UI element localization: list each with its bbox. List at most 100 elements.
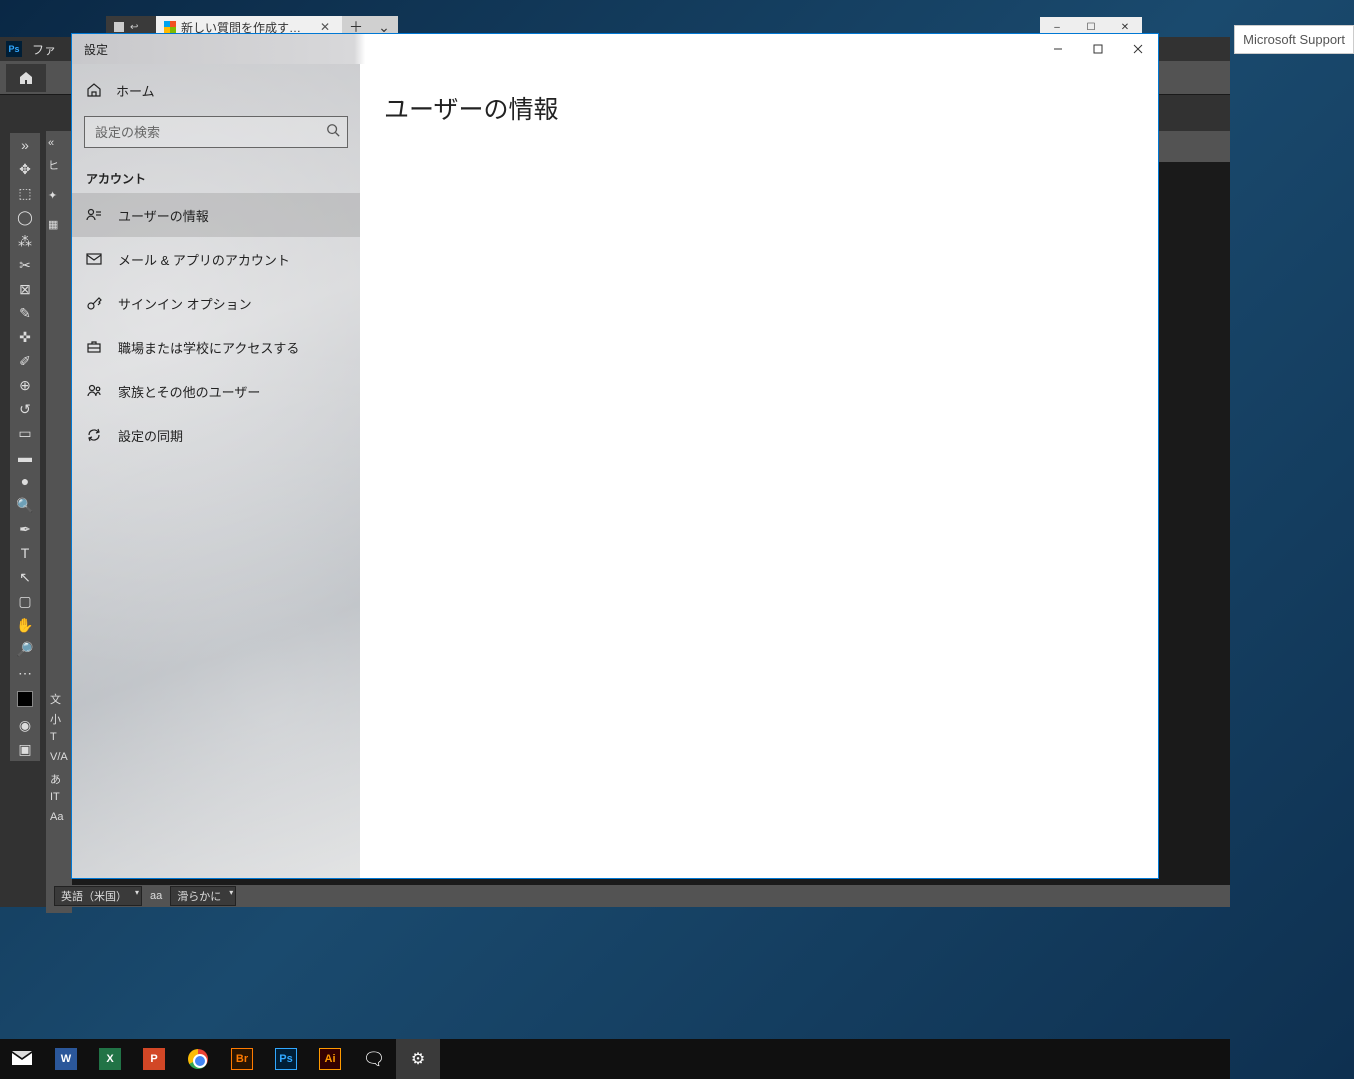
settings-body: ホーム アカウント ユーザーの情報 メール & アプリのアカウント サインイン … — [72, 64, 1158, 878]
briefcase-icon — [86, 339, 102, 355]
illustrator-taskbar-button[interactable]: Ai — [308, 1039, 352, 1079]
panel-wand-icon[interactable]: ✦ — [46, 185, 72, 206]
windows-taskbar: W X P Br Ps Ai 🗨 ⚙ — [0, 1039, 1230, 1079]
char-panel-label[interactable]: 文 — [46, 687, 72, 707]
screen-mode-icon[interactable]: ▣ — [10, 737, 40, 761]
chrome-icon — [188, 1049, 208, 1069]
window-controls — [1038, 34, 1158, 64]
photoshop-bottom-bar: 英語（米国） aa 滑らかに — [46, 885, 1230, 907]
path-tool-icon[interactable]: ↖ — [10, 565, 40, 589]
excel-taskbar-button[interactable]: X — [88, 1039, 132, 1079]
settings-window-title: 設定 — [72, 41, 1038, 58]
nav-label: 設定の同期 — [118, 426, 183, 445]
powerpoint-taskbar-button[interactable]: P — [132, 1039, 176, 1079]
settings-main-pane: ユーザーの情報 — [360, 64, 1158, 878]
panel-swatch-icon[interactable]: ▦ — [46, 214, 72, 235]
chrome-taskbar-button[interactable] — [176, 1039, 220, 1079]
minimize-button[interactable] — [1038, 34, 1078, 64]
dodge-tool-icon[interactable]: 🔍 — [10, 493, 40, 517]
char-VA-icon[interactable]: V/A — [46, 747, 72, 767]
mail-taskbar-button[interactable] — [0, 1039, 44, 1079]
nav-label: ユーザーの情報 — [118, 206, 209, 225]
ps-menu-file[interactable]: ファ — [32, 41, 56, 58]
aa-label: aa — [150, 890, 162, 902]
excel-icon: X — [99, 1048, 121, 1070]
nav-user-info[interactable]: ユーザーの情報 — [72, 193, 360, 237]
brush-tool-icon[interactable]: ✐ — [10, 349, 40, 373]
close-button[interactable] — [1118, 34, 1158, 64]
wand-tool-icon[interactable]: ⁂ — [10, 229, 40, 253]
marquee-tool-icon[interactable]: ⬚ — [10, 181, 40, 205]
ms-favicon-icon — [164, 21, 176, 33]
file-icon — [114, 22, 124, 32]
nav-label: 家族とその他のユーザー — [118, 382, 260, 401]
nav-work-school[interactable]: 職場または学校にアクセスする — [72, 325, 360, 369]
nav-family-users[interactable]: 家族とその他のユーザー — [72, 369, 360, 413]
heal-tool-icon[interactable]: ✜ — [10, 325, 40, 349]
photoshop-toolbar: » ✥ ⬚ ◯ ⁂ ✂ ⊠ ✎ ✜ ✐ ⊕ ↺ ▭ ▬ ● 🔍 ✒ T ↖ ▢ … — [10, 133, 40, 761]
eyedropper-tool-icon[interactable]: ✎ — [10, 301, 40, 325]
nav-sync-settings[interactable]: 設定の同期 — [72, 413, 360, 457]
page-title: ユーザーの情報 — [384, 90, 1134, 126]
ms-support-label: Microsoft Support — [1234, 25, 1354, 54]
bridge-taskbar-button[interactable]: Br — [220, 1039, 264, 1079]
char-T-icon[interactable]: T — [46, 727, 72, 747]
lasso-tool-icon[interactable]: ◯ — [10, 205, 40, 229]
back-arrow-icon: ↩ — [130, 22, 138, 33]
move-tool-icon[interactable]: ✥ — [10, 157, 40, 181]
pen-tool-icon[interactable]: ✒ — [10, 517, 40, 541]
frame-tool-icon[interactable]: ⊠ — [10, 277, 40, 301]
quick-mask-icon[interactable]: ◉ — [10, 713, 40, 737]
char-IT-icon[interactable]: IT — [46, 787, 72, 807]
photoshop-icon: Ps — [275, 1048, 297, 1070]
bridge-icon: Br — [231, 1048, 253, 1070]
tab-close-button[interactable]: ✕ — [316, 20, 334, 34]
zoom-tool-icon[interactable]: 🔎 — [10, 637, 40, 661]
key-icon — [86, 295, 102, 311]
gear-icon: ⚙ — [411, 1049, 425, 1069]
nav-label: 職場または学校にアクセスする — [118, 338, 299, 357]
help-taskbar-button[interactable]: 🗨 — [352, 1039, 396, 1079]
photoshop-home-button[interactable] — [6, 64, 46, 92]
settings-sidebar: ホーム アカウント ユーザーの情報 メール & アプリのアカウント サインイン … — [72, 64, 360, 878]
settings-search-input[interactable] — [84, 116, 348, 148]
crop-tool-icon[interactable]: ✂ — [10, 253, 40, 277]
char-panel-small[interactable]: 小 — [46, 707, 72, 727]
panel-expand-icon[interactable]: « — [46, 133, 72, 153]
nav-label: サインイン オプション — [118, 294, 252, 313]
word-icon: W — [55, 1048, 77, 1070]
maximize-button[interactable] — [1078, 34, 1118, 64]
foreground-color-swatch[interactable] — [17, 691, 33, 707]
photoshop-taskbar-button[interactable]: Ps — [264, 1039, 308, 1079]
nav-email-accounts[interactable]: メール & アプリのアカウント — [72, 237, 360, 281]
word-taskbar-button[interactable]: W — [44, 1039, 88, 1079]
nav-label: メール & アプリのアカウント — [118, 250, 290, 269]
account-section-header: アカウント — [72, 160, 360, 193]
panel-history-label[interactable]: ヒ — [46, 153, 72, 177]
illustrator-icon: Ai — [319, 1048, 341, 1070]
more-tools-icon[interactable]: ⋯ — [10, 661, 40, 685]
nav-signin-options[interactable]: サインイン オプション — [72, 281, 360, 325]
character-panel: 文 小 T V/A あ IT Aa — [46, 687, 72, 827]
antialias-dropdown[interactable]: 滑らかに — [170, 886, 236, 906]
type-tool-icon[interactable]: T — [10, 541, 40, 565]
home-nav-item[interactable]: ホーム — [72, 70, 360, 110]
expand-icon[interactable]: » — [10, 133, 40, 157]
gradient-tool-icon[interactable]: ▬ — [10, 445, 40, 469]
home-label: ホーム — [116, 81, 155, 100]
blur-tool-icon[interactable]: ● — [10, 469, 40, 493]
settings-window: 設定 ホーム アカウ — [71, 33, 1159, 879]
stamp-tool-icon[interactable]: ⊕ — [10, 373, 40, 397]
char-a-icon[interactable]: あ — [46, 767, 72, 787]
home-icon — [86, 82, 102, 98]
settings-titlebar: 設定 — [72, 34, 1158, 64]
hand-tool-icon[interactable]: ✋ — [10, 613, 40, 637]
shape-tool-icon[interactable]: ▢ — [10, 589, 40, 613]
settings-taskbar-button[interactable]: ⚙ — [396, 1039, 440, 1079]
language-dropdown[interactable]: 英語（米国） — [54, 886, 142, 906]
sync-icon — [86, 427, 102, 443]
search-icon — [326, 123, 340, 142]
char-Aa-icon[interactable]: Aa — [46, 807, 72, 827]
eraser-tool-icon[interactable]: ▭ — [10, 421, 40, 445]
history-brush-icon[interactable]: ↺ — [10, 397, 40, 421]
